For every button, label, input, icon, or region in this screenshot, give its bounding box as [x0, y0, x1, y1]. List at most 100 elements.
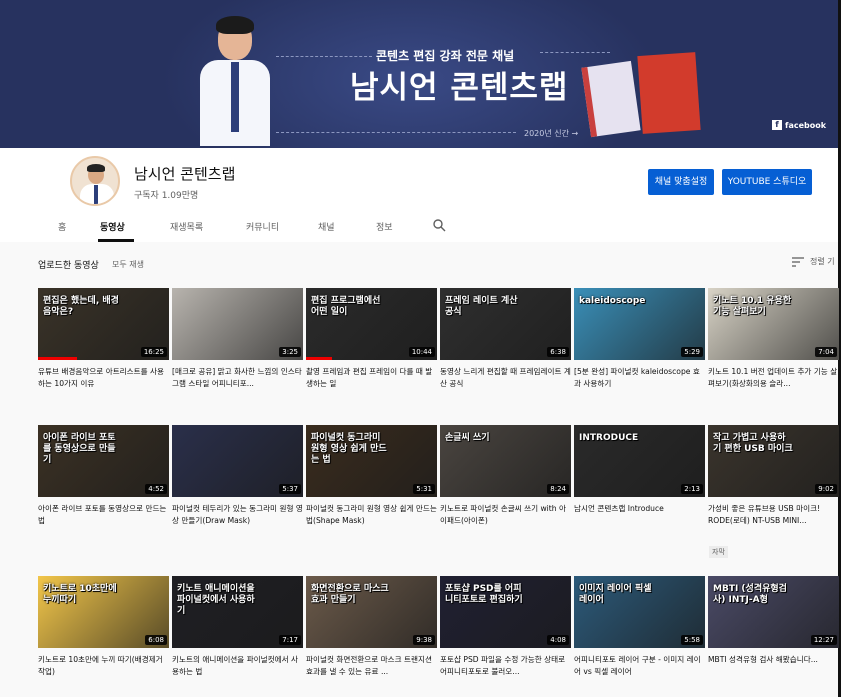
- book-cover-image: [637, 52, 701, 134]
- thumbnail-text: 편집은 했는데, 배경 음악은?: [43, 296, 119, 317]
- video-thumbnail[interactable]: 작고 가볍고 사용하기 편한 USB 마이크 9:02: [708, 425, 839, 497]
- video-duration: 8:24: [547, 484, 569, 494]
- thumbnail-text: 키노트 애니메이션을 파이널컷에서 사용하기: [177, 584, 255, 616]
- tab-videos[interactable]: 동영상: [100, 220, 125, 233]
- thumbnail-text: 키노트 10.1 유용한 기능 살펴보기: [713, 296, 792, 317]
- channel-avatar[interactable]: [70, 156, 120, 206]
- facebook-icon: f: [772, 120, 782, 130]
- sort-button[interactable]: 정렬 기: [792, 256, 835, 267]
- video-title[interactable]: MBTI 성격유형 검사 해봤습니다...: [708, 654, 839, 678]
- video-thumbnail[interactable]: 프레임 레이트 계산 공식 6:38: [440, 288, 571, 360]
- video-card[interactable]: 손글씨 쓰기 8:24 키노트로 파이널컷 손글씨 쓰기 with 아이패드(아이폰…: [440, 425, 571, 527]
- video-title[interactable]: 파이널컷 동그라미 원형 영상 쉽게 만드는법(Shape Mask): [306, 503, 437, 527]
- tab-channels[interactable]: 채널: [318, 220, 335, 233]
- subscriber-count: 구독자 1.09만명: [134, 191, 199, 201]
- youtube-studio-button[interactable]: YOUTUBE 스튜디오: [722, 169, 812, 195]
- video-card[interactable]: 3:25 [매크로 공유] 맑고 화사한 느낌의 인스타그램 스타일 어피니티포.…: [172, 288, 303, 390]
- video-card[interactable]: 아이폰 라이브 포토를 동영상으로 만들기 4:52 아이폰 라이브 포토를 동영상…: [38, 425, 169, 527]
- video-duration: 5:58: [681, 635, 703, 645]
- thumbnail-text: 파이널컷 동그라미 원형 영상 쉽게 만드는 법: [311, 433, 387, 465]
- video-thumbnail[interactable]: 손글씨 쓰기 8:24: [440, 425, 571, 497]
- video-card[interactable]: 키노트로 10초만에 누끼따기 6:08 키노트로 10초만에 누끼 따기(배경제거…: [38, 576, 169, 678]
- video-card[interactable]: 화면전환으로 마스크 효과 만들기 9:38 파이널컷 화면전환으로 마스크 트랜지…: [306, 576, 437, 678]
- channel-banner: 콘텐츠 편집 강좌 전문 채널 남시언 콘텐츠랩 2020년 신간 → f fa…: [0, 0, 841, 148]
- video-title[interactable]: 키노트의 애니메이션을 파이널컷에서 사용하는 법: [172, 654, 303, 678]
- video-title[interactable]: 키노트 10.1 버전 업데이트 추가 기능 살펴보기(화상화의용 슬라...: [708, 366, 839, 390]
- tab-home[interactable]: 홈: [58, 220, 66, 233]
- video-thumbnail[interactable]: kaleidoscope 5:29: [574, 288, 705, 360]
- thumbnail-text: INTRODUCE: [579, 433, 639, 443]
- video-thumbnail[interactable]: MBTI (성격유형검사) INTJ-A형 12:27: [708, 576, 839, 648]
- thumbnail-text: 프레임 레이트 계산 공식: [445, 296, 518, 317]
- subtitle-badge: 자막: [709, 546, 728, 558]
- search-icon[interactable]: [433, 219, 446, 232]
- video-thumbnail[interactable]: 아이폰 라이브 포토를 동영상으로 만들기 4:52: [38, 425, 169, 497]
- tab-playlists[interactable]: 재생목록: [170, 220, 203, 233]
- video-title[interactable]: 유튜브 배경음악으로 아트리스트를 사용하는 10가지 이유: [38, 366, 169, 390]
- video-thumbnail[interactable]: INTRODUCE 2:13: [574, 425, 705, 497]
- video-thumbnail[interactable]: 5:37: [172, 425, 303, 497]
- video-thumbnail[interactable]: 포토샵 PSD를 어피니티포토로 편집하기 4:08: [440, 576, 571, 648]
- video-thumbnail[interactable]: 키노트 10.1 유용한 기능 살펴보기 7:04: [708, 288, 839, 360]
- video-title[interactable]: [매크로 공유] 맑고 화사한 느낌의 인스타그램 스타일 어피니티포...: [172, 366, 303, 390]
- video-card[interactable]: INTRODUCE 2:13 남시언 콘텐츠랩 Introduce: [574, 425, 705, 527]
- video-card[interactable]: 프레임 레이트 계산 공식 6:38 동영상 느리게 편집할 때 프레임레이트 계산…: [440, 288, 571, 390]
- video-thumbnail[interactable]: 파이널컷 동그라미 원형 영상 쉽게 만드는 법 5:31: [306, 425, 437, 497]
- customize-channel-button[interactable]: 채널 맞춤설정: [648, 169, 714, 195]
- thumbnail-text: 편집 프로그램에선 어떤 일이: [311, 296, 381, 317]
- video-duration: 4:08: [547, 635, 569, 645]
- tab-community[interactable]: 커뮤니티: [246, 220, 279, 233]
- play-all-link[interactable]: 모두 재생: [112, 259, 144, 270]
- thumbnail-text: 아이폰 라이브 포토를 동영상으로 만들기: [43, 433, 116, 465]
- tab-about[interactable]: 정보: [376, 220, 393, 233]
- video-title[interactable]: [5분 완성] 파이널컷 kaleidoscope 효과 사용하기: [574, 366, 705, 390]
- video-thumbnail[interactable]: 편집은 했는데, 배경 음악은? 16:25: [38, 288, 169, 360]
- video-card[interactable]: 이미지 레이어 픽셀 레이어 5:58 어피니티포토 레이어 구분 - 이미지 레이…: [574, 576, 705, 678]
- video-title[interactable]: 동영상 느리게 편집할 때 프레임레이트 계산 공식: [440, 366, 571, 390]
- video-thumbnail[interactable]: 편집 프로그램에선 어떤 일이 10:44: [306, 288, 437, 360]
- video-title[interactable]: 촬영 프레임과 편집 프레임이 다를 때 발생하는 일: [306, 366, 437, 390]
- facebook-label: facebook: [785, 120, 827, 130]
- thumbnail-text: 손글씨 쓰기: [445, 433, 490, 443]
- video-thumbnail[interactable]: 키노트 애니메이션을 파이널컷에서 사용하기 7:17: [172, 576, 303, 648]
- thumbnail-text: 키노트로 10초만에 누끼따기: [43, 584, 117, 605]
- video-thumbnail[interactable]: 키노트로 10초만에 누끼따기 6:08: [38, 576, 169, 648]
- video-duration: 7:04: [815, 347, 837, 357]
- video-card[interactable]: 편집은 했는데, 배경 음악은? 16:25 유튜브 배경음악으로 아트리스트를 사…: [38, 288, 169, 390]
- video-card[interactable]: 5:37 파이널컷 테두리가 있는 동그라미 원형 영상 만들기(Draw Mas…: [172, 425, 303, 527]
- banner-since-text: 2020년 신간 →: [524, 129, 579, 138]
- video-card[interactable]: 파이널컷 동그라미 원형 영상 쉽게 만드는 법 5:31 파이널컷 동그라미 원형…: [306, 425, 437, 527]
- video-title[interactable]: 키노트로 파이널컷 손글씨 쓰기 with 아이패드(아이폰): [440, 503, 571, 527]
- video-card[interactable]: MBTI (성격유형검사) INTJ-A형 12:27 MBTI 성격유형 검사 해…: [708, 576, 839, 678]
- video-card[interactable]: 작고 가볍고 사용하기 편한 USB 마이크 9:02 가성비 좋은 유튜브용 US…: [708, 425, 839, 527]
- video-title[interactable]: 가성비 좋은 유튜브용 USB 마이크! RODE(로데) NT-USB MIN…: [708, 503, 839, 527]
- banner-person-image: [196, 14, 274, 148]
- video-title[interactable]: 남시언 콘텐츠랩 Introduce: [574, 503, 705, 527]
- video-thumbnail[interactable]: 3:25: [172, 288, 303, 360]
- video-title[interactable]: 어피니티포토 레이어 구분 - 이미지 레이어 vs 픽셀 레이어: [574, 654, 705, 678]
- video-title[interactable]: 아이폰 라이브 포토를 동영상으로 만드는법: [38, 503, 169, 527]
- video-duration: 9:02: [815, 484, 837, 494]
- video-title[interactable]: 파이널컷 화면전환으로 마스크 트랜지션 효과를 낼 수 있는 유료 ...: [306, 654, 437, 678]
- video-duration: 4:52: [145, 484, 167, 494]
- video-card[interactable]: 키노트 10.1 유용한 기능 살펴보기 7:04 키노트 10.1 버전 업데이트…: [708, 288, 839, 390]
- video-card[interactable]: 편집 프로그램에선 어떤 일이 10:44 촬영 프레임과 편집 프레임이 다를 때…: [306, 288, 437, 390]
- video-card[interactable]: 키노트 애니메이션을 파이널컷에서 사용하기 7:17 키노트의 애니메이션을 파이…: [172, 576, 303, 678]
- video-thumbnail[interactable]: 이미지 레이어 픽셀 레이어 5:58: [574, 576, 705, 648]
- video-duration: 5:31: [413, 484, 435, 494]
- watch-progress-bar: [38, 357, 78, 360]
- facebook-link[interactable]: f facebook: [772, 120, 826, 130]
- channel-name: 남시언 콘텐츠랩: [134, 165, 236, 183]
- video-duration: 6:38: [547, 347, 569, 357]
- video-title[interactable]: 포토샵 PSD 파일을 수정 가능한 상태로 어피니티포토로 불러오...: [440, 654, 571, 678]
- video-title[interactable]: 키노트로 10초만에 누끼 따기(배경제거 작업): [38, 654, 169, 678]
- thumbnail-text: kaleidoscope: [579, 296, 646, 306]
- thumbnail-text: 이미지 레이어 픽셀 레이어: [579, 584, 652, 605]
- video-duration: 16:25: [140, 347, 167, 357]
- video-title[interactable]: 파이널컷 테두리가 있는 동그라미 원형 영상 만들기(Draw Mask): [172, 503, 303, 527]
- book-cover-image: [581, 60, 641, 138]
- video-card[interactable]: 포토샵 PSD를 어피니티포토로 편집하기 4:08 포토샵 PSD 파일을 수정 …: [440, 576, 571, 678]
- video-thumbnail[interactable]: 화면전환으로 마스크 효과 만들기 9:38: [306, 576, 437, 648]
- video-card[interactable]: kaleidoscope 5:29 [5분 완성] 파이널컷 kaleidoscop…: [574, 288, 705, 390]
- section-title: 업로드한 동영상: [38, 261, 99, 271]
